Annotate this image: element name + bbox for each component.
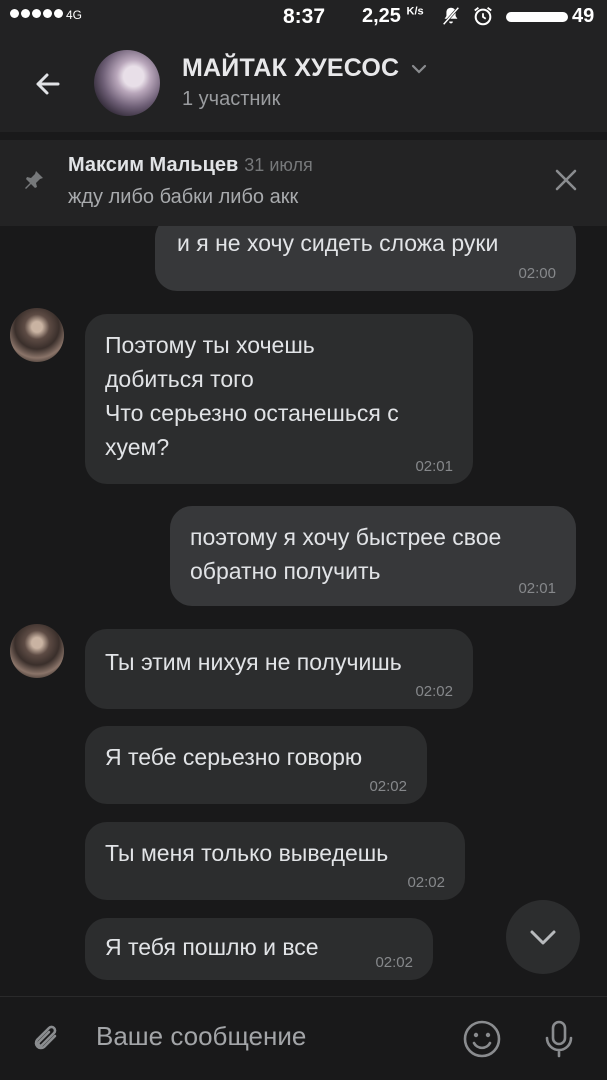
- message-bubble-outgoing[interactable]: и я не хочу сидеть сложа руки 02:00: [155, 226, 576, 291]
- avatar[interactable]: [10, 308, 64, 362]
- chat-title[interactable]: МАЙТАК ХУЕСОС: [182, 54, 399, 83]
- scroll-to-bottom-button[interactable]: [506, 900, 580, 974]
- signal-strength-icon: [10, 9, 63, 18]
- message-composer: [0, 996, 607, 1080]
- message-text: Я тебе серьезно говорю: [105, 744, 363, 770]
- battery-level: 49: [572, 5, 595, 27]
- message-time: 02:02: [369, 778, 407, 795]
- attach-icon[interactable]: [28, 1021, 64, 1057]
- close-icon[interactable]: [552, 166, 580, 194]
- chat-members-count: 1 участник: [182, 88, 281, 110]
- avatar[interactable]: [10, 624, 64, 678]
- pinned-text: жду либо бабки либо акк: [68, 186, 299, 208]
- message-time: 02:02: [407, 874, 445, 891]
- message-bubble-incoming[interactable]: Ты этим нихуя не получишь 02:02: [85, 629, 473, 709]
- message-time: 02:01: [518, 580, 556, 597]
- pinned-author: Максим Мальцев 31 июля: [68, 154, 313, 177]
- message-time: 02:01: [415, 458, 453, 475]
- message-input[interactable]: [96, 1021, 436, 1052]
- message-text: Ты этим нихуя не получишь: [105, 649, 402, 675]
- emoji-icon[interactable]: [462, 1019, 502, 1059]
- message-text: и я не хочу сидеть сложа руки: [177, 230, 499, 256]
- mute-icon: [442, 6, 460, 26]
- network-speed-unit: K/s: [406, 5, 424, 18]
- mic-icon[interactable]: [541, 1019, 577, 1059]
- chevron-down-icon: [530, 930, 556, 945]
- pinned-message[interactable]: Максим Мальцев 31 июля жду либо бабки либ…: [0, 140, 607, 226]
- message-time: 02:00: [518, 265, 556, 282]
- message-text: Я тебя пошлю и все: [105, 934, 319, 960]
- chevron-down-icon[interactable]: [410, 62, 428, 76]
- message-bubble-incoming[interactable]: Ты меня только выведешь 02:02: [85, 822, 465, 900]
- message-bubble-incoming[interactable]: Я тебе серьезно говорю 02:02: [85, 726, 427, 804]
- message-bubble-incoming[interactable]: Поэтому ты хочешь добиться того Что серь…: [85, 314, 473, 484]
- message-bubble-outgoing[interactable]: поэтому я хочу быстрее свое обратно полу…: [170, 506, 576, 606]
- battery-icon: [506, 12, 568, 22]
- message-list[interactable]: и я не хочу сидеть сложа руки 02:00 Поэт…: [0, 226, 607, 996]
- message-time: 02:02: [415, 683, 453, 700]
- message-text: поэтому я хочу быстрее свое обратно полу…: [190, 524, 502, 584]
- alarm-icon: [474, 7, 492, 26]
- pinned-author-name: Максим Мальцев: [68, 154, 239, 176]
- network-speed: 2,25 K/s: [362, 5, 424, 28]
- network-speed-value: 2,25: [362, 5, 401, 27]
- chat-avatar[interactable]: [94, 50, 160, 116]
- pin-icon: [25, 171, 43, 189]
- message-bubble-incoming[interactable]: Я тебя пошлю и все 02:02: [85, 918, 433, 980]
- message-time: 02:02: [375, 954, 413, 971]
- chat-header: МАЙТАК ХУЕСОС 1 участник: [0, 34, 607, 132]
- network-type: 4G: [66, 8, 83, 22]
- status-bar: 4G 8:37 2,25 K/s 49: [0, 0, 607, 34]
- message-text: Ты меня только выведешь: [105, 840, 389, 866]
- pinned-date: 31 июля: [244, 155, 313, 175]
- status-time: 8:37: [283, 5, 326, 28]
- back-arrow-icon[interactable]: [28, 64, 68, 104]
- message-text: Поэтому ты хочешь добиться того Что серь…: [105, 332, 399, 460]
